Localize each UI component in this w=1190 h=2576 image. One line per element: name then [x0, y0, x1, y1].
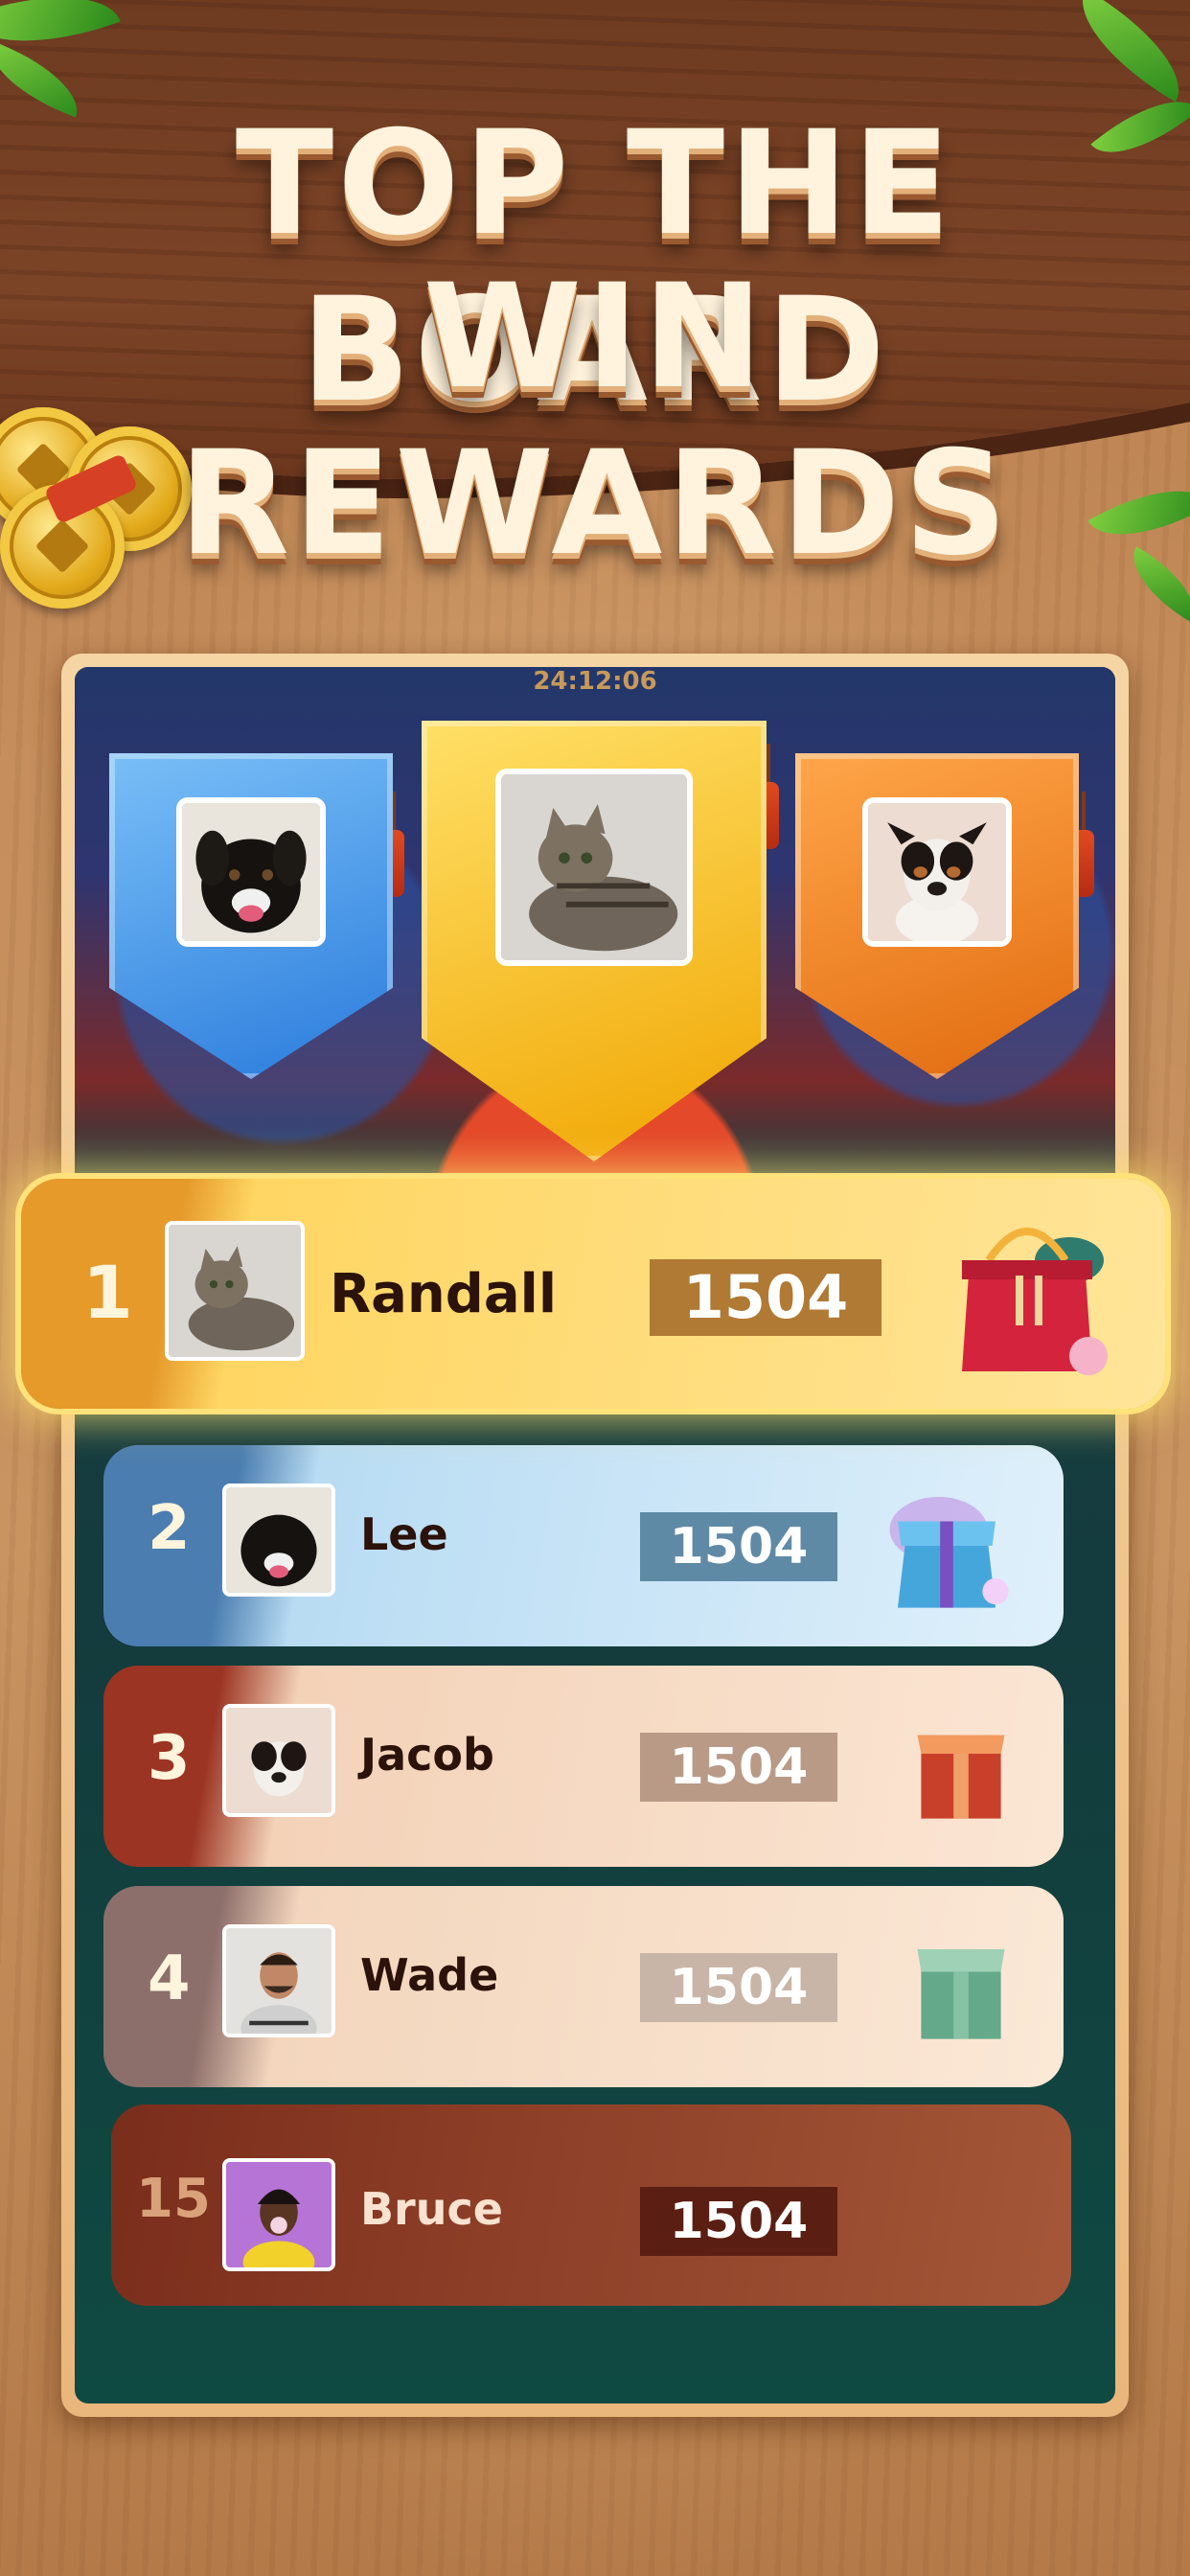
score-value: 1504: [640, 1733, 837, 1802]
player-name: Jacob: [360, 1729, 494, 1781]
score-value: 1504: [650, 1259, 881, 1336]
tabby-cat-icon: [169, 1225, 301, 1357]
countdown-timer: 24:12:06: [533, 667, 657, 696]
avatar: [495, 769, 693, 966]
leaderboard-frame: 24:12:06 2 Lee 1504 3 Jacob 1504 4 Wade …: [61, 654, 1129, 2417]
leaderboard-row-1[interactable]: 1 Randall 1504: [21, 1179, 1165, 1409]
red-gift-bag-icon: [962, 1228, 1108, 1375]
avatar: [222, 1704, 335, 1817]
player-name: Wade: [360, 1949, 499, 2001]
green-gift-box-icon: [917, 1949, 1005, 2039]
avatar: [165, 1221, 305, 1361]
leaderboard-row-2[interactable]: 2 Lee 1504: [103, 1445, 1064, 1646]
rank-number: 15: [136, 2168, 211, 2230]
avatar: [222, 2158, 335, 2271]
leaderboard-row-15[interactable]: 15 Bruce 1504: [111, 2104, 1071, 2306]
score-value: 1504: [640, 1953, 837, 2022]
man-photo-icon: [226, 1928, 332, 2034]
blue-gift-box-icon: [889, 1497, 1009, 1608]
avatar: [176, 797, 326, 947]
avatar: [862, 797, 1012, 947]
black-dog-icon: [182, 803, 320, 941]
player-name: Bruce: [360, 2183, 503, 2235]
red-gift-box-icon: [917, 1735, 1005, 1819]
avatar: [222, 1484, 335, 1597]
rank-number: 1: [82, 1250, 133, 1335]
terrier-dog-icon: [226, 1708, 332, 1813]
rank-number: 3: [148, 1723, 191, 1794]
avatar: [222, 1924, 335, 2037]
headline-line-2: WIN REWARDS: [178, 254, 1012, 587]
player-name: Randall: [330, 1263, 558, 1325]
black-dog-icon: [226, 1487, 332, 1593]
score-value: 1504: [640, 1512, 837, 1581]
rank-number: 2: [148, 1493, 191, 1564]
player-name: Lee: [360, 1508, 448, 1560]
woman-photo-icon: [226, 2162, 332, 2267]
tabby-cat-icon: [501, 774, 687, 960]
leaderboard-panel: 24:12:06 2 Lee 1504 3 Jacob 1504 4 Wade …: [75, 667, 1115, 2404]
score-value: 1504: [640, 2187, 837, 2256]
leaderboard-row-3[interactable]: 3 Jacob 1504: [103, 1666, 1064, 1867]
rank-number: 4: [148, 1944, 191, 2014]
terrier-dog-icon: [868, 803, 1006, 941]
leaderboard-row-4[interactable]: 4 Wade 1504: [103, 1886, 1064, 2087]
